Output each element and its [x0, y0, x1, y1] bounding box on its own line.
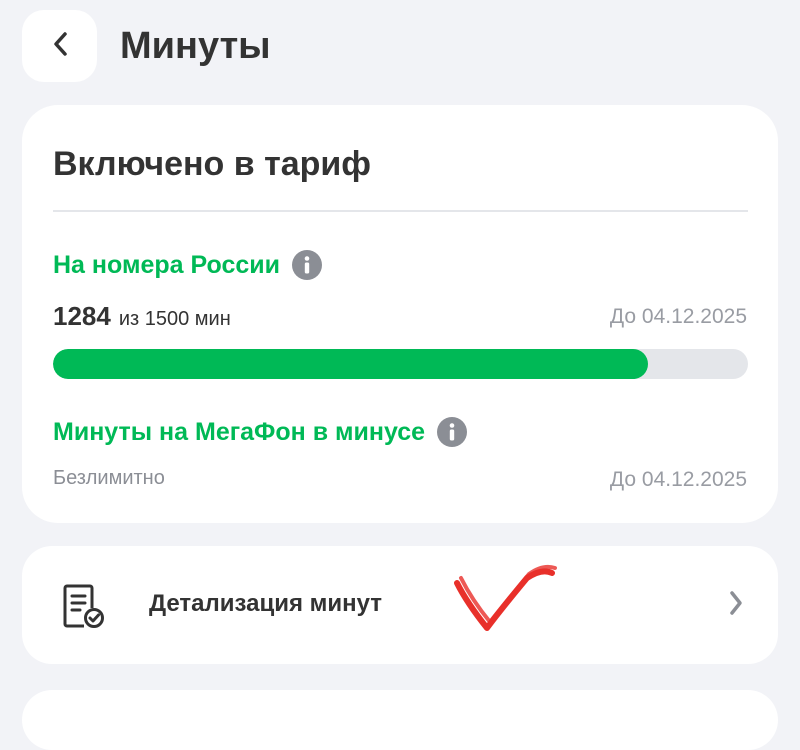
minutes-limit: из 1500 мин — [118, 308, 231, 330]
megafon-minutes-label: Минуты на МегаФон в минусе — [53, 418, 426, 446]
russia-usage: 1284 из 1500 мин — [53, 301, 231, 332]
used-minutes: 1284 — [53, 301, 111, 331]
chevron-left-icon — [52, 31, 68, 62]
chevron-right-icon — [728, 590, 744, 621]
next-card — [22, 690, 778, 750]
document-check-icon — [62, 583, 106, 634]
red-checkmark-annotation — [447, 558, 562, 643]
russia-valid-until: До 04.12.2025 — [609, 305, 747, 328]
tariff-card: Включено в тариф На номера России 1284 и… — [22, 105, 778, 523]
russia-minutes-title: На номера России — [53, 249, 323, 281]
russia-minutes-label: На номера России — [53, 251, 281, 279]
info-icon[interactable] — [437, 417, 468, 447]
page-title: Минуты — [120, 25, 271, 67]
megafon-minutes-value: Безлимитно — [53, 467, 165, 489]
divider — [53, 210, 748, 212]
megafon-minutes-title: Минуты на МегаФон в минусе — [53, 416, 468, 448]
minutes-progress-fill — [53, 349, 648, 379]
info-icon[interactable] — [292, 250, 323, 280]
megafon-valid-until: До 04.12.2025 — [609, 468, 747, 491]
tariff-card-title: Включено в тариф — [53, 145, 372, 183]
minutes-progress-bar — [53, 349, 748, 379]
back-button[interactable] — [22, 10, 97, 82]
minutes-details-button[interactable]: Детализация минут — [22, 546, 778, 664]
minutes-details-label: Детализация минут — [149, 590, 383, 617]
